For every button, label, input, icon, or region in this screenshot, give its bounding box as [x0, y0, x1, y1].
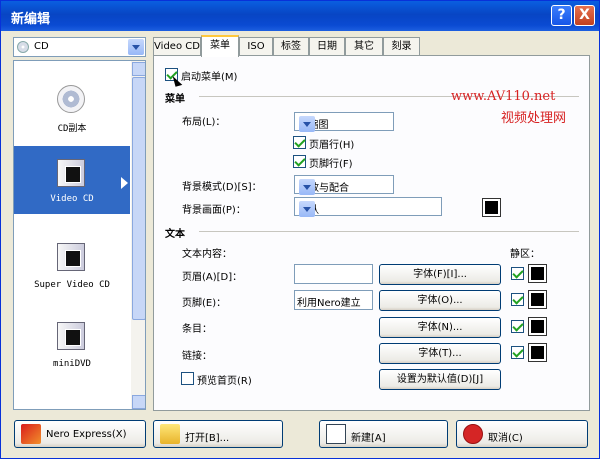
cancel-label: 取消(C): [488, 433, 523, 444]
entry-color-swatch[interactable]: [528, 317, 547, 336]
footer-safe-checkbox[interactable]: [511, 293, 524, 306]
cancel-button[interactable]: 取消(C): [456, 420, 588, 448]
chevron-down-icon[interactable]: [299, 179, 315, 195]
tab-video-cd[interactable]: Video CD: [153, 37, 201, 56]
chevron-right-icon: [121, 177, 128, 189]
disc-type-value: CD: [34, 41, 49, 52]
sidebar-scrollbar[interactable]: [130, 61, 145, 409]
link-safe-checkbox[interactable]: [511, 346, 524, 359]
text-section-title: 文本: [165, 229, 185, 240]
sidebar-item-label: miniDVD: [53, 359, 91, 369]
cd-icon: [17, 41, 29, 53]
disc-type-combo[interactable]: CD: [13, 37, 146, 57]
preview-first-page-label: 预览首页(R): [197, 376, 252, 387]
new-label: 新建[A]: [351, 433, 386, 444]
background-color-swatch[interactable]: [482, 198, 501, 217]
background-image-label: 背景画面(P)：: [182, 205, 246, 216]
background-mode-label: 背景模式(D)[S]：: [182, 182, 262, 193]
open-button[interactable]: 打开[B]...: [153, 420, 283, 448]
header-safe-checkbox[interactable]: [511, 267, 524, 280]
tab-menu[interactable]: 菜单: [201, 35, 239, 57]
entry-font-button[interactable]: 字体(N)...: [379, 317, 501, 338]
chevron-down-icon[interactable]: [299, 116, 315, 132]
footer-text-value: 利用Nero建立: [297, 298, 361, 309]
header-font-button[interactable]: 字体(F)[I]...: [379, 264, 501, 285]
video-cd-icon: [57, 159, 85, 187]
open-label: 打开[B]...: [185, 433, 230, 444]
preview-first-page-checkbox[interactable]: [181, 372, 194, 385]
chevron-down-icon[interactable]: [128, 39, 144, 55]
layout-select[interactable]: 6 缩图: [294, 112, 394, 132]
new-document-icon: [326, 424, 346, 444]
cd-copy-icon: [57, 85, 85, 113]
footer-text-input[interactable]: 利用Nero建立: [294, 290, 373, 310]
nero-express-label: Nero Express(X): [46, 429, 127, 440]
sidebar-item-label: CD副本: [57, 124, 87, 134]
tab-label[interactable]: 标签: [273, 37, 309, 56]
compilation-type-list[interactable]: CD副本 Video CD Super Video CD miniDVD: [13, 60, 146, 410]
link-color-swatch[interactable]: [528, 343, 547, 362]
header-line-checkbox[interactable]: [293, 136, 306, 149]
sidebar-item-label: Super Video CD: [34, 280, 110, 290]
layout-label: 布局(L)：: [182, 117, 226, 128]
enable-menu-label: 启动菜单(M): [181, 72, 238, 83]
footer-font-button[interactable]: 字体(O)...: [379, 290, 501, 311]
tab-date[interactable]: 日期: [309, 37, 345, 56]
cancel-icon: [463, 424, 483, 444]
super-video-cd-icon: [57, 243, 85, 271]
footer-text-label: 页脚(E)：: [182, 298, 227, 309]
footer-line-label: 页脚行(F): [309, 159, 353, 170]
sidebar-item-super-video-cd[interactable]: Super Video CD: [14, 232, 130, 300]
header-line-label: 页眉行(H): [309, 140, 355, 151]
tab-burn[interactable]: 刻录: [383, 37, 420, 56]
scroll-down-button[interactable]: [132, 395, 145, 409]
window-title: 新编辑: [11, 12, 51, 27]
set-default-button[interactable]: 设置为默认值(D)[J]: [379, 369, 501, 390]
menu-section-title: 菜单: [165, 94, 185, 105]
scroll-thumb[interactable]: [132, 77, 145, 320]
help-button[interactable]: ?: [551, 5, 572, 26]
footer-line-checkbox[interactable]: [293, 155, 306, 168]
chevron-down-icon[interactable]: [299, 201, 315, 217]
footer-color-swatch[interactable]: [528, 290, 547, 309]
entry-label: 条目：: [182, 324, 212, 335]
sidebar-item-cd-copy[interactable]: CD副本: [14, 73, 130, 141]
minidvd-icon: [57, 322, 85, 350]
link-font-button[interactable]: 字体(T)...: [379, 343, 501, 364]
header-text-input[interactable]: [294, 264, 373, 284]
tab-iso[interactable]: ISO: [239, 37, 273, 56]
watermark-name: 视频处理网: [501, 111, 567, 126]
close-button[interactable]: X: [574, 5, 595, 26]
background-image-select[interactable]: 默认: [294, 197, 442, 217]
nero-express-button[interactable]: Nero Express(X): [14, 420, 146, 448]
header-color-swatch[interactable]: [528, 264, 547, 283]
sidebar-item-video-cd[interactable]: Video CD: [14, 146, 130, 214]
watermark-url: www.AV110.net: [451, 89, 556, 104]
scroll-up-button[interactable]: [132, 62, 145, 76]
new-compilation-window: 新编辑 ? X CD CD副本 Video CD Super Video CD …: [0, 0, 600, 459]
text-section-divider: [199, 231, 579, 232]
background-mode-select[interactable]: 缩放与配合: [294, 175, 394, 195]
safe-area-label: 静区：: [510, 249, 540, 260]
header-text-label: 页眉(A)[D]：: [182, 272, 243, 283]
entry-safe-checkbox[interactable]: [511, 320, 524, 333]
text-content-label: 文本内容：: [182, 249, 232, 260]
title-bar: 新编辑 ? X: [1, 1, 599, 31]
nero-icon: [21, 424, 41, 444]
link-label: 链接：: [182, 351, 212, 362]
folder-icon: [160, 424, 180, 444]
sidebar-item-minidvd[interactable]: miniDVD: [14, 311, 130, 379]
tab-misc[interactable]: 其它: [345, 37, 383, 56]
sidebar-item-label: Video CD: [50, 194, 94, 204]
new-button[interactable]: 新建[A]: [319, 420, 448, 448]
